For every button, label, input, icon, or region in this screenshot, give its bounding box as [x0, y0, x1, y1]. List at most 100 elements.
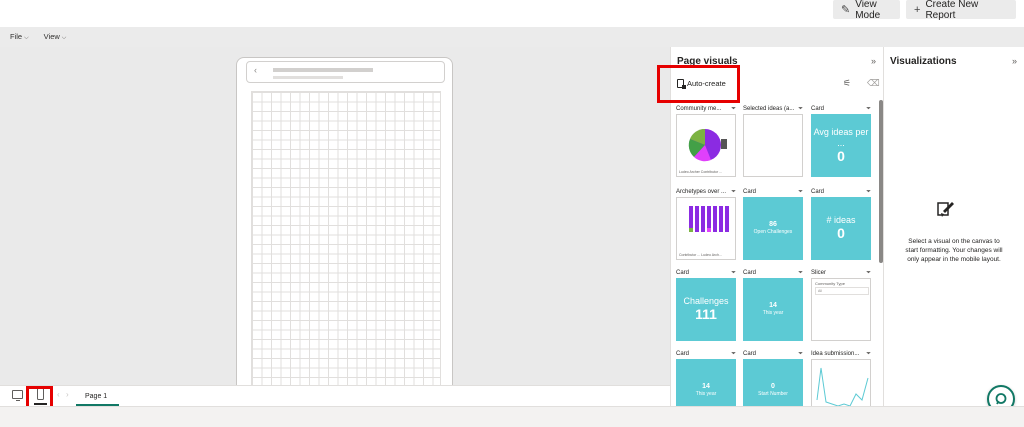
filter-icon: ⏷ [731, 350, 736, 357]
visual-tile[interactable]: Archetypes over ... ⏷ Contributor ... Lud… [676, 187, 736, 260]
card-thumbnail: # ideas 0 [811, 197, 871, 260]
tile-title: Slicer [811, 270, 827, 276]
tile-title: Idea submission... [811, 351, 860, 357]
create-new-report-button[interactable]: + Create New Report [906, 0, 1016, 21]
filter-icon: ⏷ [798, 350, 803, 357]
line-chart-thumbnail [811, 359, 871, 406]
line-chart-icon [816, 367, 869, 406]
chevron-down-icon: ⌵ [61, 35, 67, 41]
tile-title: Community me... [676, 106, 722, 112]
empty-visual-thumbnail [743, 114, 803, 177]
view-menu[interactable]: View ⌵ [44, 32, 67, 42]
visual-tile[interactable]: Slicer ⏷ Community Type All [811, 268, 871, 341]
mobile-grid[interactable] [251, 91, 441, 386]
visual-tile[interactable]: Card ⏷ 86 Open Challenges [743, 187, 803, 260]
tile-title: Card [811, 106, 825, 112]
mobile-page-header: ‹ [246, 61, 445, 83]
card-caption: Open Challenges [753, 229, 793, 236]
mobile-layout-canvas[interactable]: ‹ [236, 57, 453, 386]
file-menu-label: File [10, 32, 23, 41]
bottom-strip [0, 406, 1024, 427]
subtitle-placeholder [273, 76, 343, 79]
chat-bubble-icon [995, 393, 1007, 405]
card-thumbnail: Challenges 111 [676, 278, 736, 341]
tile-title: Card [676, 270, 690, 276]
filter-icon: ⏷ [798, 188, 803, 195]
slicer-thumbnail: Community Type All [811, 278, 871, 341]
visual-tile[interactable]: Card ⏷ # ideas 0 [811, 187, 871, 260]
filter-icon: ⏷ [731, 188, 736, 195]
tile-title: Card [743, 270, 757, 276]
empty-selection-message: Select a visual on the canvas to start f… [905, 238, 1003, 263]
visual-tile[interactable]: Card ⏷ 0 Start Number [743, 349, 803, 406]
card-value: 14 [702, 382, 710, 390]
filter-icon: ⏷ [866, 350, 871, 357]
card-value: 0 [837, 225, 845, 242]
card-caption: Start Number [758, 391, 788, 398]
stacked-bar-thumbnail: Contributor ... Ludeo Arch... [676, 197, 736, 260]
visual-tile[interactable]: Selected ideas (a... ⏷ [743, 104, 803, 177]
plus-icon: + [914, 3, 921, 16]
visual-tile[interactable]: Card ⏷ Challenges 111 [676, 268, 736, 341]
previous-page-icon[interactable]: ‹ [57, 390, 60, 399]
menu-bar: File ⌵ View ⌵ [0, 27, 1024, 47]
tile-title: Card [743, 351, 757, 357]
chevron-down-icon: ⌵ [24, 35, 29, 41]
chart-legend: Ludeo Archer Contributor ... [679, 170, 722, 174]
slicer-dropdown: All [815, 287, 869, 295]
visual-tile[interactable]: Idea submission... ⏷ [811, 349, 871, 406]
file-menu[interactable]: File ⌵ [10, 32, 29, 42]
card-thumbnail: 0 Start Number [743, 359, 803, 406]
tile-title: Card [676, 351, 690, 357]
bar-chart-icon [689, 206, 729, 232]
visualizations-title: Visualizations [890, 56, 957, 67]
pie-chart-thumbnail: Ludeo Archer Contributor ... [676, 114, 736, 177]
collapse-pane-icon[interactable]: » [1012, 56, 1017, 66]
settings-sliders-icon[interactable]: ⚟ [843, 78, 851, 89]
card-thumbnail: Avg ideas per ... 0 [811, 114, 871, 177]
card-value: 14 [769, 301, 777, 309]
view-mode-button[interactable]: ✎ View Mode [833, 0, 900, 21]
title-placeholder [273, 68, 373, 72]
visual-tile[interactable]: Card ⏷ Avg ideas per ... 0 [811, 104, 871, 177]
visual-tile[interactable]: Community me... ⏷ Ludeo Archer Contributo… [676, 104, 736, 177]
filter-icon: ⏷ [798, 269, 803, 276]
desktop-layout-icon[interactable] [12, 390, 23, 401]
tile-title: Archetypes over ... [676, 189, 727, 195]
filter-icon: ⏷ [731, 269, 736, 276]
card-thumbnail: 86 Open Challenges [743, 197, 803, 260]
pie-chart-icon [688, 128, 727, 162]
pencil-icon: ✎ [841, 4, 851, 16]
tab-page-1[interactable]: Page 1 [76, 386, 119, 406]
card-label: Avg ideas per ... [813, 127, 869, 148]
next-page-icon[interactable]: › [66, 390, 69, 399]
card-value: 0 [837, 147, 845, 164]
card-value: 0 [771, 382, 775, 390]
view-menu-label: View [43, 32, 60, 41]
tile-title: Selected ideas (a... [743, 106, 795, 112]
filter-icon: ⏷ [866, 269, 871, 276]
card-caption: This year [762, 310, 784, 317]
visual-tile[interactable]: Card ⏷ 14 This year [743, 268, 803, 341]
view-mode-label: View Mode [855, 0, 881, 21]
back-arrow-icon: ‹ [254, 65, 257, 75]
top-bar: ✎ View Mode + Create New Report [0, 0, 1024, 27]
card-thumbnail: 14 This year [743, 278, 803, 341]
visual-tile[interactable]: Card ⏷ 14 This year [676, 349, 736, 406]
page-tabs-bar: ‹ › Page 1 [0, 385, 670, 406]
chart-legend: Contributor ... Ludeo Arch... [679, 253, 722, 257]
report-canvas: ‹ [0, 47, 670, 386]
eraser-icon[interactable]: ⌫ [867, 78, 880, 89]
filter-icon: ⏷ [866, 105, 871, 112]
tile-title: Card [743, 189, 757, 195]
format-paintbrush-icon [937, 202, 954, 217]
filter-icon: ⏷ [866, 188, 871, 195]
card-value: 111 [695, 306, 717, 323]
card-caption: This year [695, 391, 717, 398]
tile-title: Card [811, 189, 825, 195]
card-value: 86 [769, 220, 777, 228]
collapse-pane-icon[interactable]: » [871, 56, 876, 66]
card-thumbnail: 14 This year [676, 359, 736, 406]
filter-icon: ⏷ [731, 105, 736, 112]
page-tab-label: Page 1 [85, 392, 108, 400]
